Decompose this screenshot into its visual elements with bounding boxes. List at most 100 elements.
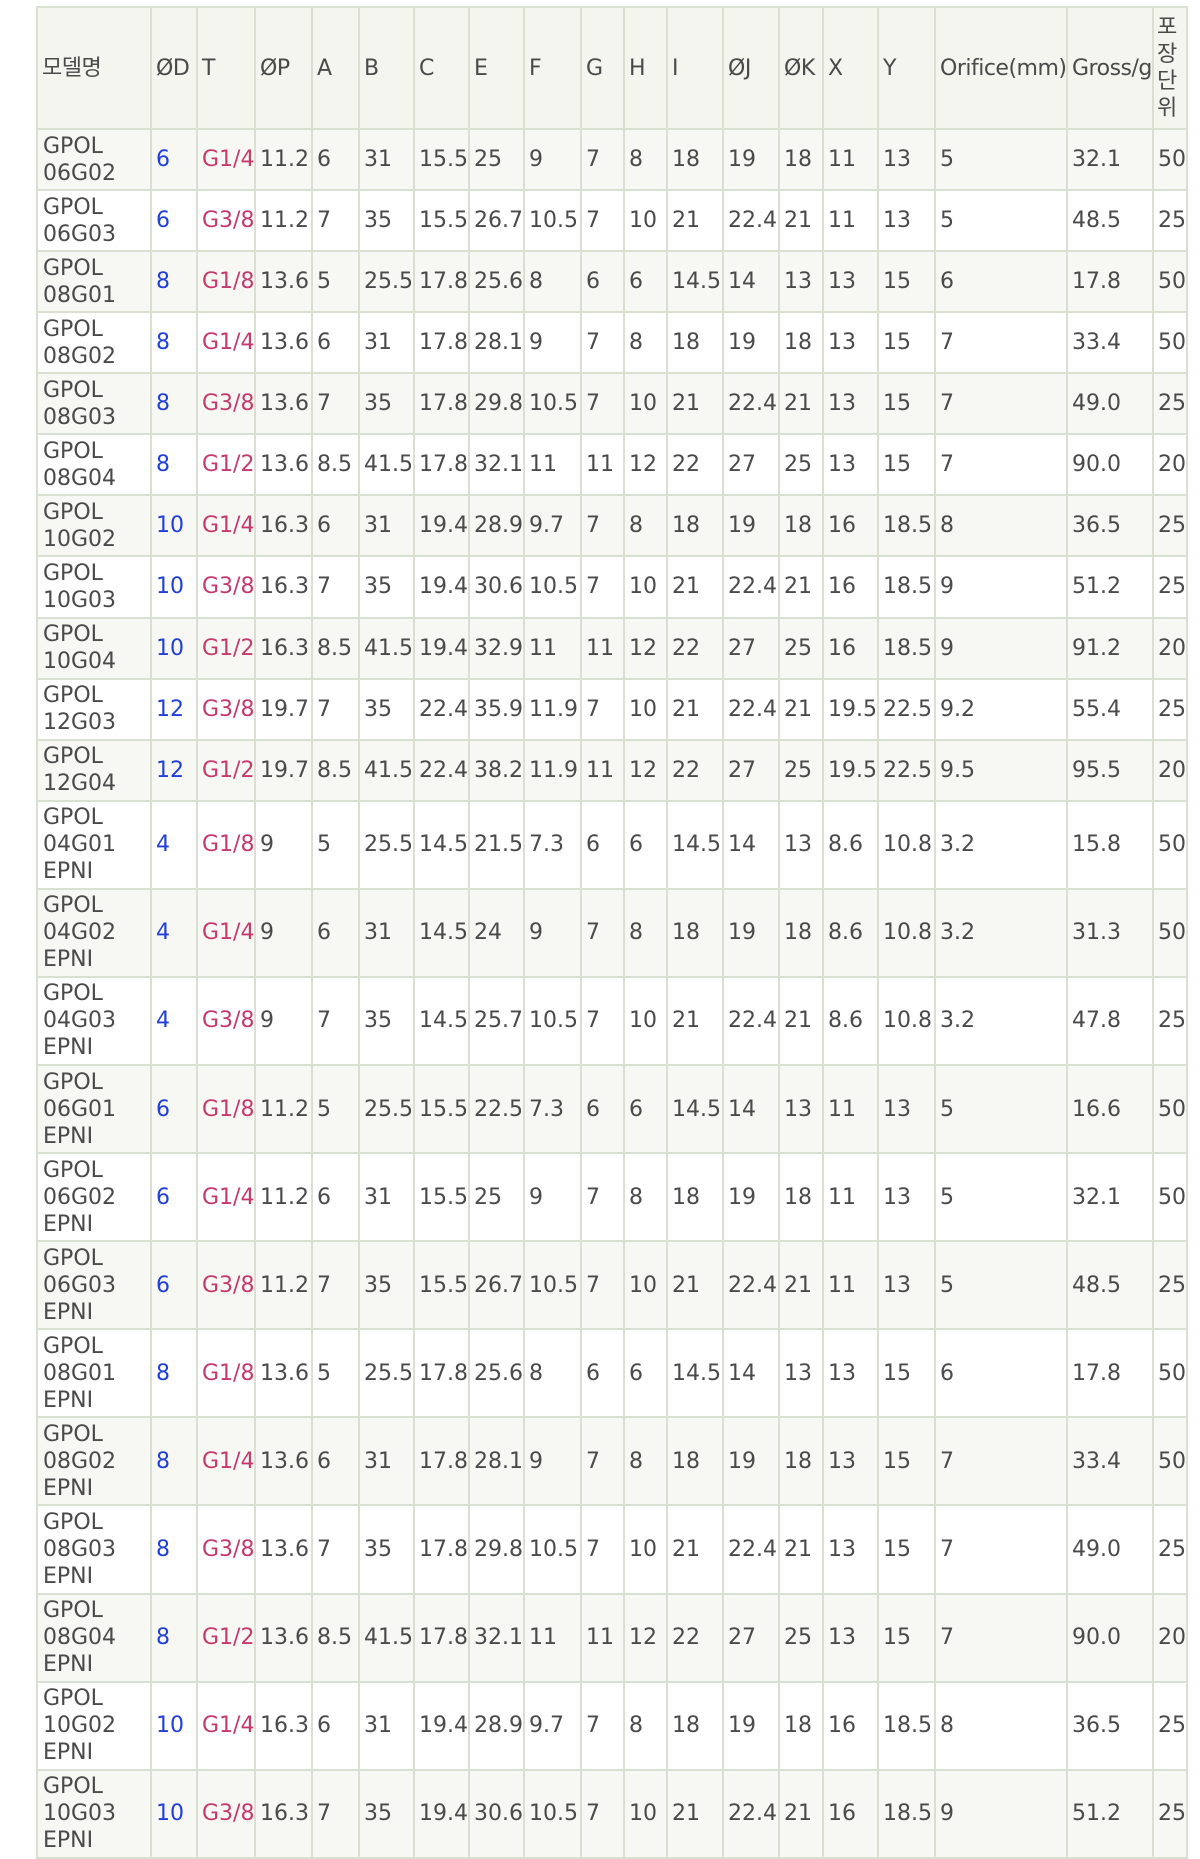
cell-y: 15	[877, 372, 936, 436]
cell-unit: 25	[1152, 1768, 1188, 1859]
cell-t: G3/8	[196, 1240, 256, 1331]
cell-i: 22	[666, 738, 724, 802]
cell-g: 11	[580, 738, 625, 802]
cell-k: 21	[778, 1240, 824, 1331]
cell-k: 21	[778, 677, 824, 741]
cell-p: 16.3	[254, 494, 313, 558]
cell-p: 13.6	[254, 1592, 313, 1683]
table-row: GPOL 10G02 EPNI 10 G1/4 16.3 6 31 19.4 28.9 9.7 7 8 1…	[36, 1680, 1188, 1771]
cell-gross: 47.8	[1066, 975, 1154, 1066]
cell-x: 13	[822, 1592, 879, 1683]
cell-e: 22.5	[468, 1063, 525, 1155]
table-row: GPOL 10G04 10 G1/2 16.3 8.5 41.5 19.4 32.9 11 11 12…	[36, 616, 1188, 680]
cell-h: 8	[623, 494, 668, 558]
cell-t: G1/8	[196, 250, 256, 314]
cell-gross: 48.5	[1066, 189, 1154, 253]
cell-od: 12	[150, 677, 198, 741]
cell-k: 25	[778, 1592, 824, 1683]
cell-a: 7	[311, 975, 360, 1066]
cell-unit: 20	[1152, 1592, 1188, 1683]
cell-b: 31	[358, 311, 415, 375]
model-name-cell: GPOL 08G02	[36, 311, 152, 375]
cell-b: 35	[358, 372, 415, 436]
cell-j: 27	[722, 616, 780, 680]
cell-p: 13.6	[254, 372, 313, 436]
cell-orifice: 5	[934, 1152, 1068, 1243]
cell-od: 8	[150, 433, 198, 497]
cell-k: 18	[778, 127, 824, 192]
cell-f: 11.9	[523, 738, 582, 802]
cell-f: 10.5	[523, 372, 582, 436]
model-name-cell: GPOL 06G03 EPNI	[36, 1240, 152, 1331]
cell-a: 5	[311, 1063, 360, 1155]
table-row: GPOL 10G03 EPNI 10 G3/8 16.3 7 35 19.4 30.6 10.5 7 1…	[36, 1768, 1188, 1859]
cell-c: 15.5	[413, 189, 470, 253]
model-name-cell: GPOL 12G03	[36, 677, 152, 741]
cell-a: 8.5	[311, 1592, 360, 1683]
cell-c: 19.4	[413, 1768, 470, 1859]
cell-gross: 17.8	[1066, 1328, 1154, 1419]
cell-x: 8.6	[822, 975, 879, 1066]
column-header-y: Y	[877, 6, 936, 130]
cell-x: 13	[822, 1328, 879, 1419]
cell-x: 13	[822, 1504, 879, 1595]
cell-g: 6	[580, 1328, 625, 1419]
cell-orifice: 9	[934, 616, 1068, 680]
cell-e: 28.1	[468, 311, 525, 375]
cell-od: 6	[150, 127, 198, 192]
column-header-k: ØK	[778, 6, 824, 130]
table-row: GPOL 08G04 8 G1/2 13.6 8.5 41.5 17.8 32.1 11 11 12 2…	[36, 433, 1188, 497]
table-row: GPOL 12G04 12 G1/2 19.7 8.5 41.5 22.4 38.2 11.9 11…	[36, 738, 1188, 802]
cell-y: 13	[877, 1063, 936, 1155]
cell-t: G1/2	[196, 433, 256, 497]
table-row: GPOL 10G03 10 G3/8 16.3 7 35 19.4 30.6 10.5 7 10 21 2…	[36, 555, 1188, 619]
cell-c: 15.5	[413, 1152, 470, 1243]
cell-x: 11	[822, 1152, 879, 1243]
cell-b: 31	[358, 1680, 415, 1771]
cell-y: 13	[877, 189, 936, 253]
model-name-cell: GPOL 10G04	[36, 616, 152, 680]
cell-c: 22.4	[413, 738, 470, 802]
model-name-cell: GPOL 06G02	[36, 127, 152, 192]
cell-i: 18	[666, 311, 724, 375]
column-header-i: I	[666, 6, 724, 130]
cell-c: 17.8	[413, 250, 470, 314]
cell-k: 21	[778, 555, 824, 619]
cell-f: 11	[523, 433, 582, 497]
cell-t: G3/8	[196, 189, 256, 253]
cell-p: 13.6	[254, 433, 313, 497]
cell-j: 19	[722, 1416, 780, 1507]
cell-t: G1/8	[196, 1063, 256, 1155]
cell-od: 8	[150, 1416, 198, 1507]
cell-y: 15	[877, 311, 936, 375]
cell-orifice: 9.5	[934, 738, 1068, 802]
cell-a: 7	[311, 189, 360, 253]
table-row: GPOL 12G03 12 G3/8 19.7 7 35 22.4 35.9 11.9 7 10 21 2…	[36, 677, 1188, 741]
cell-e: 25.6	[468, 1328, 525, 1419]
cell-g: 6	[580, 250, 625, 314]
cell-p: 16.3	[254, 1768, 313, 1859]
column-header-a: A	[311, 6, 360, 130]
cell-y: 15	[877, 433, 936, 497]
cell-y: 10.8	[877, 975, 936, 1066]
cell-e: 29.8	[468, 372, 525, 436]
cell-x: 13	[822, 311, 879, 375]
cell-t: G1/4	[196, 1416, 256, 1507]
column-header-p: ØP	[254, 6, 313, 130]
cell-e: 26.7	[468, 1240, 525, 1331]
cell-h: 10	[623, 555, 668, 619]
cell-c: 17.8	[413, 1592, 470, 1683]
cell-y: 10.8	[877, 887, 936, 978]
cell-y: 13	[877, 127, 936, 192]
cell-j: 22.4	[722, 677, 780, 741]
cell-k: 21	[778, 1768, 824, 1859]
cell-unit: 25	[1152, 1504, 1188, 1595]
cell-b: 35	[358, 677, 415, 741]
cell-k: 21	[778, 975, 824, 1066]
cell-y: 15	[877, 1504, 936, 1595]
cell-i: 21	[666, 1240, 724, 1331]
cell-gross: 90.0	[1066, 433, 1154, 497]
cell-a: 8.5	[311, 433, 360, 497]
model-name-cell: GPOL 06G01 EPNI	[36, 1063, 152, 1155]
cell-j: 19	[722, 1152, 780, 1243]
